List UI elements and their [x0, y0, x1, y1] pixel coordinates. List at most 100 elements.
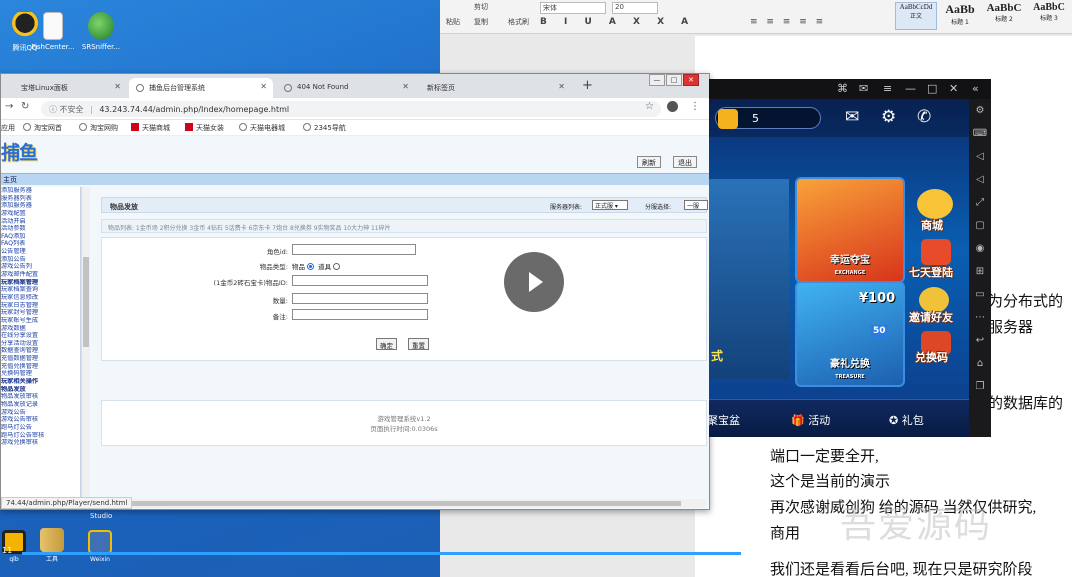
logout-button[interactable]: 退出 [673, 156, 697, 168]
sidebar-item[interactable]: FAQ添加 [1, 233, 80, 241]
tile-redeem-code[interactable]: 兑换码 [915, 349, 948, 365]
sidebar-item[interactable]: 玩家相关操作 [1, 378, 80, 386]
alignment-tools[interactable]: ≡ ≡ ≡ ≡ ≡ [750, 17, 826, 27]
bookmark-item[interactable]: 天猫商城 [131, 123, 170, 133]
more-icon[interactable]: ⋯ [969, 306, 991, 329]
close-window-button[interactable]: ✕ [683, 74, 699, 86]
radio-prop[interactable] [333, 263, 341, 270]
video-progress-bar[interactable] [22, 547, 1042, 560]
url-input[interactable]: ⓘ 不安全 | 43.243.74.44/admin.php/Index/hom… [41, 101, 661, 117]
volume-up-icon[interactable]: ◁ [969, 145, 991, 168]
bookmark-apps[interactable]: 应用 [1, 123, 15, 133]
coin-counter[interactable]: 5 [715, 107, 821, 129]
scroll-thumb[interactable] [91, 501, 681, 506]
lucky-treasure-card[interactable]: 幸运夺宝 EXCHANGE [795, 177, 905, 283]
sidebar-item[interactable]: 充值数据管理 [1, 355, 80, 363]
star-icon[interactable]: ☆ [645, 101, 654, 112]
bookmark-item[interactable]: 天猫女装 [185, 123, 224, 133]
sidebar-scrollbar[interactable] [81, 187, 90, 497]
sidebar-item[interactable]: FAQ列表 [1, 240, 80, 248]
sidebar-item[interactable]: 玩家档案管理 [1, 279, 80, 287]
recent-apps-icon[interactable]: ❐ [969, 375, 991, 398]
reload-icon[interactable]: ↻ [21, 101, 29, 112]
quantity-input[interactable] [292, 293, 428, 304]
gear-icon[interactable]: ⚙ [881, 107, 896, 127]
sidebar-item[interactable]: 游戏公告 [1, 409, 80, 417]
tile-seven-day-login[interactable]: 七天登陆 [909, 264, 953, 280]
gift-exchange-card[interactable]: ¥100 50 豪礼兑换 TREASURE [795, 281, 905, 387]
minimize-button[interactable]: — [649, 74, 665, 86]
notify-icon[interactable]: ✉ [859, 82, 868, 95]
sidebar-item[interactable]: 玩家日志管理 [1, 302, 80, 310]
close-icon[interactable]: ✕ [402, 82, 409, 91]
tile-shop[interactable]: 商城 [921, 217, 943, 233]
mail-icon[interactable]: ✉ [845, 107, 859, 127]
sidebar-item[interactable]: 活动参数 [1, 225, 80, 233]
desktop-bottom-icon[interactable]: 工具 [32, 528, 72, 563]
bottom-cornucopia[interactable]: 聚宝盆 [709, 412, 740, 428]
video-play-button[interactable] [504, 252, 564, 312]
bookmark-item[interactable]: 淘宝网购 [79, 123, 118, 133]
sidebar-item[interactable]: 跑马灯公告审核 [1, 432, 80, 440]
gamepad-icon[interactable]: ⌘ [837, 82, 848, 95]
sidebar-item[interactable]: 游戏公告审核 [1, 416, 80, 424]
sidebar-item[interactable]: 游戏兑换审核 [1, 439, 80, 447]
bookmark-item[interactable]: 淘宝网首 [23, 123, 62, 133]
calendar-icon[interactable] [921, 239, 951, 265]
tab-new[interactable]: 新标签页 ✕ [419, 78, 571, 98]
sidebar-item[interactable]: 活动开启 [1, 218, 80, 226]
sidebar-item[interactable]: 游戏配置 [1, 210, 80, 218]
bookmark-item[interactable]: 天猫电器城 [239, 123, 285, 133]
paste-button[interactable]: 粘贴 [446, 17, 460, 27]
server-select[interactable]: 一服 [684, 200, 708, 210]
game-screen[interactable]: 5 ✉ ⚙ ✆ 式 幸运夺宝 EXCHANGE ¥100 50 豪礼兑换 TREAS… [709, 99, 969, 437]
shop-icon[interactable] [917, 189, 953, 219]
close-icon[interactable]: ✕ [260, 82, 267, 91]
sidebar-item[interactable]: 游戏数据 [1, 325, 80, 333]
sidebar-item[interactable]: 在线分享设置 [1, 332, 80, 340]
close-icon[interactable]: ✕ [949, 82, 958, 95]
sidebar-item[interactable]: 物品发放审核 [1, 393, 80, 401]
maximize-icon[interactable]: □ [927, 82, 937, 95]
tab-404[interactable]: 404 Not Found ✕ [277, 78, 415, 98]
minimize-icon[interactable]: — [905, 82, 916, 95]
sidebar-item[interactable]: 兑换码管理 [1, 370, 80, 378]
menu-icon[interactable]: ≡ [883, 82, 892, 95]
sidebar-item[interactable]: 物品发放 [1, 386, 80, 394]
font-select[interactable]: 宋体 [540, 2, 606, 14]
sidebar-item[interactable]: 玩家信息修改 [1, 294, 80, 302]
format-painter-button[interactable]: 格式刷 [508, 17, 529, 27]
sidebar-item[interactable]: 添加公告 [1, 256, 80, 264]
style-normal[interactable]: AaBbCcDd 正文 [895, 2, 937, 30]
close-icon[interactable]: ✕ [558, 82, 565, 91]
sidebar-item[interactable]: 玩家档案查询 [1, 286, 80, 294]
close-icon[interactable]: ✕ [114, 82, 121, 91]
home-icon[interactable]: ⌂ [969, 352, 991, 375]
sidebar-item[interactable]: 添加服务器 [1, 187, 80, 195]
reset-button[interactable]: 重置 [408, 338, 429, 350]
item-id-input[interactable] [292, 275, 428, 286]
new-tab-button[interactable]: + [582, 78, 593, 93]
desktop-icon-fishcenter[interactable]: FishCenter... [28, 12, 78, 51]
style-heading-3[interactable]: AaBbC 标题 3 [1028, 2, 1070, 30]
video-progress-knob[interactable] [741, 547, 754, 560]
back-icon[interactable]: ↩ [969, 329, 991, 352]
sidebar-item[interactable]: 跑马灯公告 [1, 424, 80, 432]
shark-banner[interactable]: 式 [709, 179, 789, 379]
desktop-icon-srsniffer[interactable]: SRSniffer... [76, 12, 126, 51]
settings-icon[interactable]: ⚙ [969, 99, 991, 122]
horizontal-scrollbar[interactable] [89, 499, 706, 508]
submit-button[interactable]: 确定 [376, 338, 397, 350]
desktop-bottom-icon[interactable]: Weixin [80, 530, 120, 563]
bottom-gift-pack[interactable]: ✪ 礼包 [889, 412, 924, 428]
format-tools[interactable]: B I U A X X A [540, 17, 695, 27]
forward-icon[interactable]: → [5, 101, 13, 112]
refresh-button[interactable]: 刷新 [637, 156, 661, 168]
note-input[interactable] [292, 309, 428, 320]
font-size-select[interactable]: 20 [612, 2, 658, 14]
server-list-select[interactable]: 正式服 ▾ [592, 200, 628, 210]
style-heading-2[interactable]: AaBbC 标题 2 [982, 2, 1026, 30]
sidebar-item[interactable]: 充值兑换管理 [1, 363, 80, 371]
sidebar-item[interactable]: 公告管理 [1, 248, 80, 256]
sidebar-item[interactable]: 服务器列表 [1, 195, 80, 203]
